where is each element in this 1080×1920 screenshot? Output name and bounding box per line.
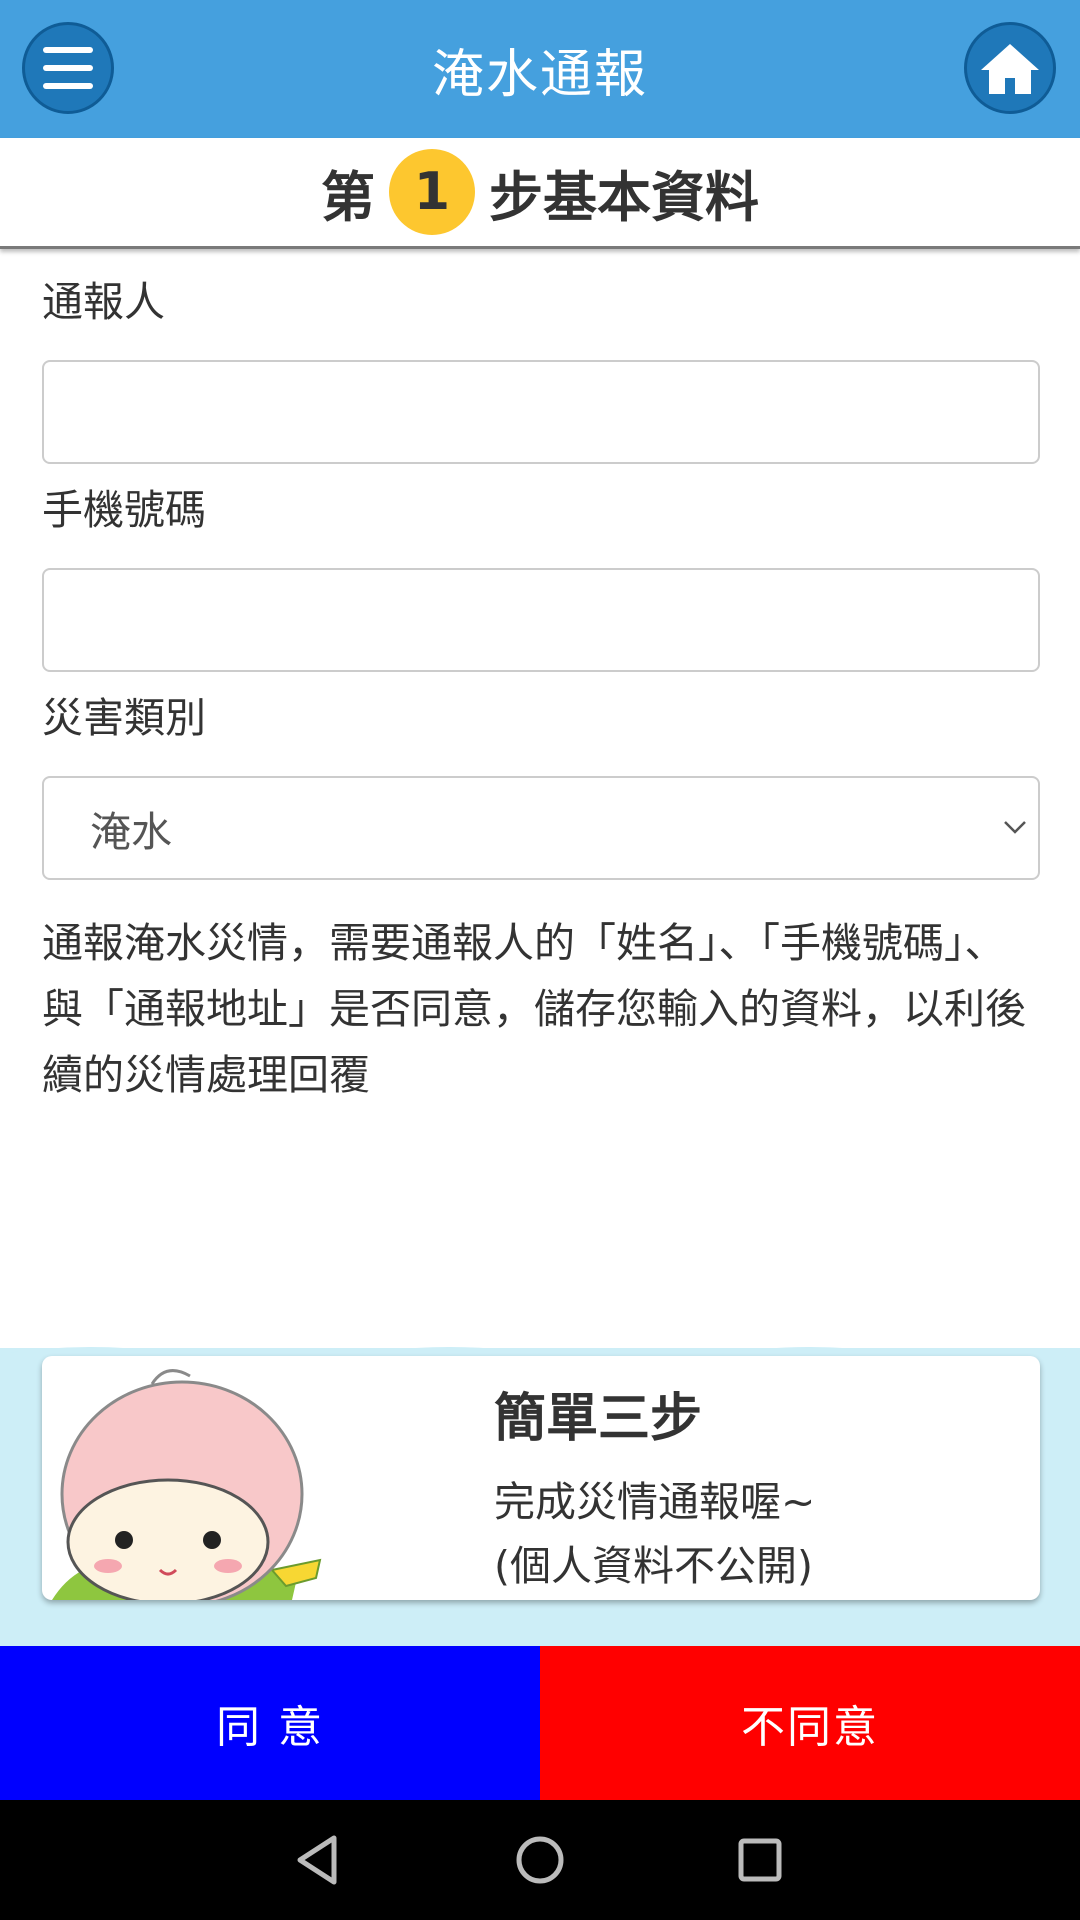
recents-square-icon[interactable]: [730, 1830, 790, 1890]
disaster-category-value: 淹水: [90, 808, 172, 856]
menu-button[interactable]: [22, 22, 114, 114]
phone-label: 手機號碼: [42, 486, 206, 534]
reporter-name-input[interactable]: [42, 360, 1040, 464]
phone-number-input[interactable]: [42, 568, 1040, 672]
step-number-badge: 1: [389, 149, 475, 235]
disaster-category-select[interactable]: 淹水: [42, 776, 1040, 880]
step-prefix: 第: [321, 165, 375, 229]
agree-button[interactable]: 同 意: [0, 1646, 540, 1800]
home-button[interactable]: [964, 22, 1056, 114]
home-icon: [981, 44, 1039, 94]
hamburger-menu-icon: [43, 47, 93, 89]
banner-subtitle: 完成災情通報喔~: [494, 1478, 816, 1526]
peach-mascot-icon: [52, 1369, 322, 1600]
app-title: 淹水通報: [431, 44, 648, 105]
home-circle-icon[interactable]: [510, 1830, 570, 1890]
consent-notice: 通報淹水災情，需要通報人的「姓名」、「手機號碼」、與「通報地址」是否同意，儲存您…: [42, 919, 1026, 1099]
system-navigation-bar: [0, 1800, 1080, 1920]
banner-title: 簡單三步: [494, 1389, 703, 1449]
back-triangle-icon[interactable]: [290, 1830, 350, 1890]
chevron-down-icon: [1004, 821, 1026, 834]
info-card: 簡單三步 完成災情通報喔~ (個人資料不公開): [42, 1356, 1040, 1600]
disaster-category-label: 災害類別: [42, 694, 206, 742]
basic-info-form: 通報人 手機號碼 災害類別 淹水 通報淹水災情，需要通報人的「姓名」、「手機號碼…: [42, 270, 1040, 1108]
step-title: 步基本資料: [489, 165, 759, 229]
banner-privacy-note: (個人資料不公開): [494, 1542, 813, 1590]
disagree-button[interactable]: 不同意: [540, 1646, 1080, 1800]
reporter-label: 通報人: [42, 278, 165, 326]
step-header: 第 1 步基本資料: [0, 138, 1080, 249]
app-bar: 淹水通報: [0, 0, 1080, 138]
